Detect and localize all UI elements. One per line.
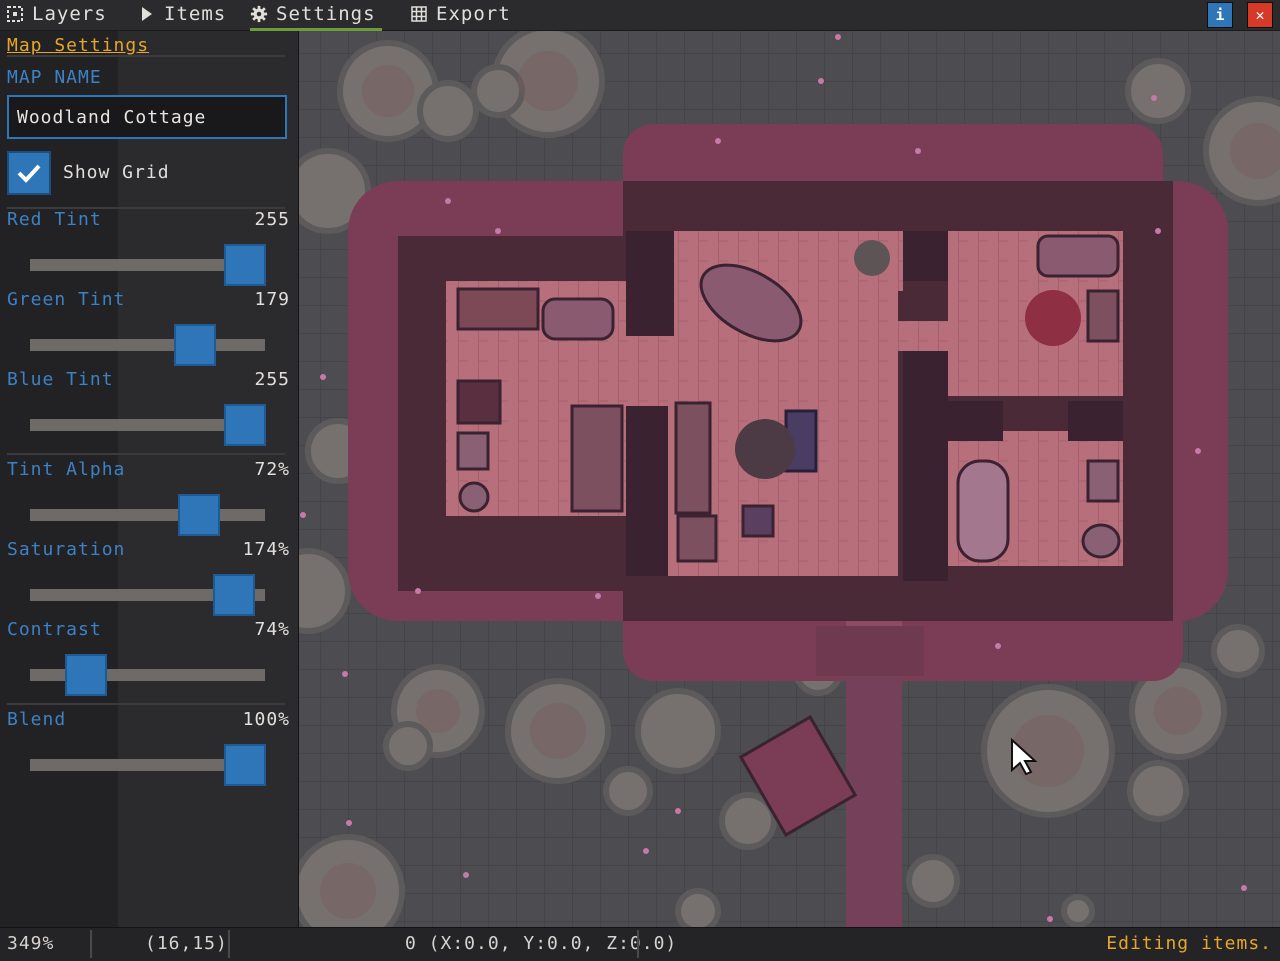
- cursor-arrow-icon: [138, 5, 156, 23]
- slider-value: 255: [254, 209, 290, 230]
- slider-value: 174%: [242, 539, 290, 560]
- slider-label: Saturation: [7, 539, 126, 560]
- divider: [7, 453, 285, 455]
- tab-label: Settings: [276, 3, 376, 25]
- tab-settings[interactable]: Settings: [250, 0, 382, 31]
- divider: [7, 703, 285, 705]
- slider-value: 100%: [242, 709, 290, 730]
- tab-layers[interactable]: Layers: [6, 0, 107, 28]
- tab-label: Export: [436, 3, 511, 25]
- divider: [90, 930, 92, 958]
- top-toolbar: Layers Items Settings Export i ✕: [0, 0, 1280, 31]
- slider-track[interactable]: [30, 339, 265, 351]
- gear-icon: [250, 5, 268, 23]
- mode-status: Editing items.: [1106, 933, 1272, 954]
- slider-handle[interactable]: [173, 324, 216, 366]
- tab-label: Items: [164, 3, 227, 25]
- tab-label: Layers: [32, 3, 107, 25]
- mouse-cursor-icon: [1011, 738, 1038, 776]
- slider-track[interactable]: [30, 509, 265, 521]
- slider-value: 72%: [254, 459, 290, 480]
- slider-label: Green Tint: [7, 289, 126, 310]
- show-grid-checkbox[interactable]: [7, 151, 51, 195]
- zoom-level: 349%: [7, 933, 55, 954]
- slider-label: Blue Tint: [7, 369, 114, 390]
- info-button[interactable]: i: [1207, 2, 1233, 28]
- slider-handle[interactable]: [178, 494, 221, 536]
- slider-label: Contrast: [7, 619, 102, 640]
- tab-export[interactable]: Export: [410, 0, 511, 28]
- divider: [228, 930, 230, 958]
- layers-icon: [6, 5, 24, 23]
- tab-items[interactable]: Items: [138, 0, 226, 28]
- slider-handle[interactable]: [65, 654, 108, 696]
- status-bar: 349% (16,15) 0 (X:0.0, Y:0.0, Z:0.0) Edi…: [0, 927, 1280, 961]
- slider-value: 255: [254, 369, 290, 390]
- map-name-input[interactable]: Woodland Cottage: [7, 95, 287, 139]
- map-name-label: MAP NAME: [7, 67, 102, 88]
- slider-label: Blend: [7, 709, 67, 730]
- section-title: Map Settings: [7, 35, 150, 56]
- tile-coordinates: (16,15): [145, 933, 228, 954]
- slider-handle[interactable]: [224, 404, 266, 446]
- slider-label: Tint Alpha: [7, 459, 126, 480]
- slider-handle[interactable]: [224, 244, 266, 286]
- slider-value: 74%: [254, 619, 290, 640]
- slider-handle[interactable]: [224, 744, 266, 786]
- slider-handle[interactable]: [213, 574, 256, 616]
- show-grid-label: Show Grid: [63, 162, 170, 183]
- settings-panel: Map Settings MAP NAME Woodland Cottage S…: [0, 31, 299, 927]
- checkmark-icon: [17, 164, 41, 183]
- close-button[interactable]: ✕: [1247, 2, 1273, 28]
- grid-export-icon: [410, 5, 428, 23]
- info-icon: i: [1215, 6, 1225, 24]
- slider-label: Red Tint: [7, 209, 102, 230]
- map-canvas[interactable]: [298, 31, 1280, 927]
- divider: [637, 930, 639, 958]
- slider-value: 179: [254, 289, 290, 310]
- close-icon: ✕: [1255, 6, 1265, 24]
- divider: [7, 55, 285, 57]
